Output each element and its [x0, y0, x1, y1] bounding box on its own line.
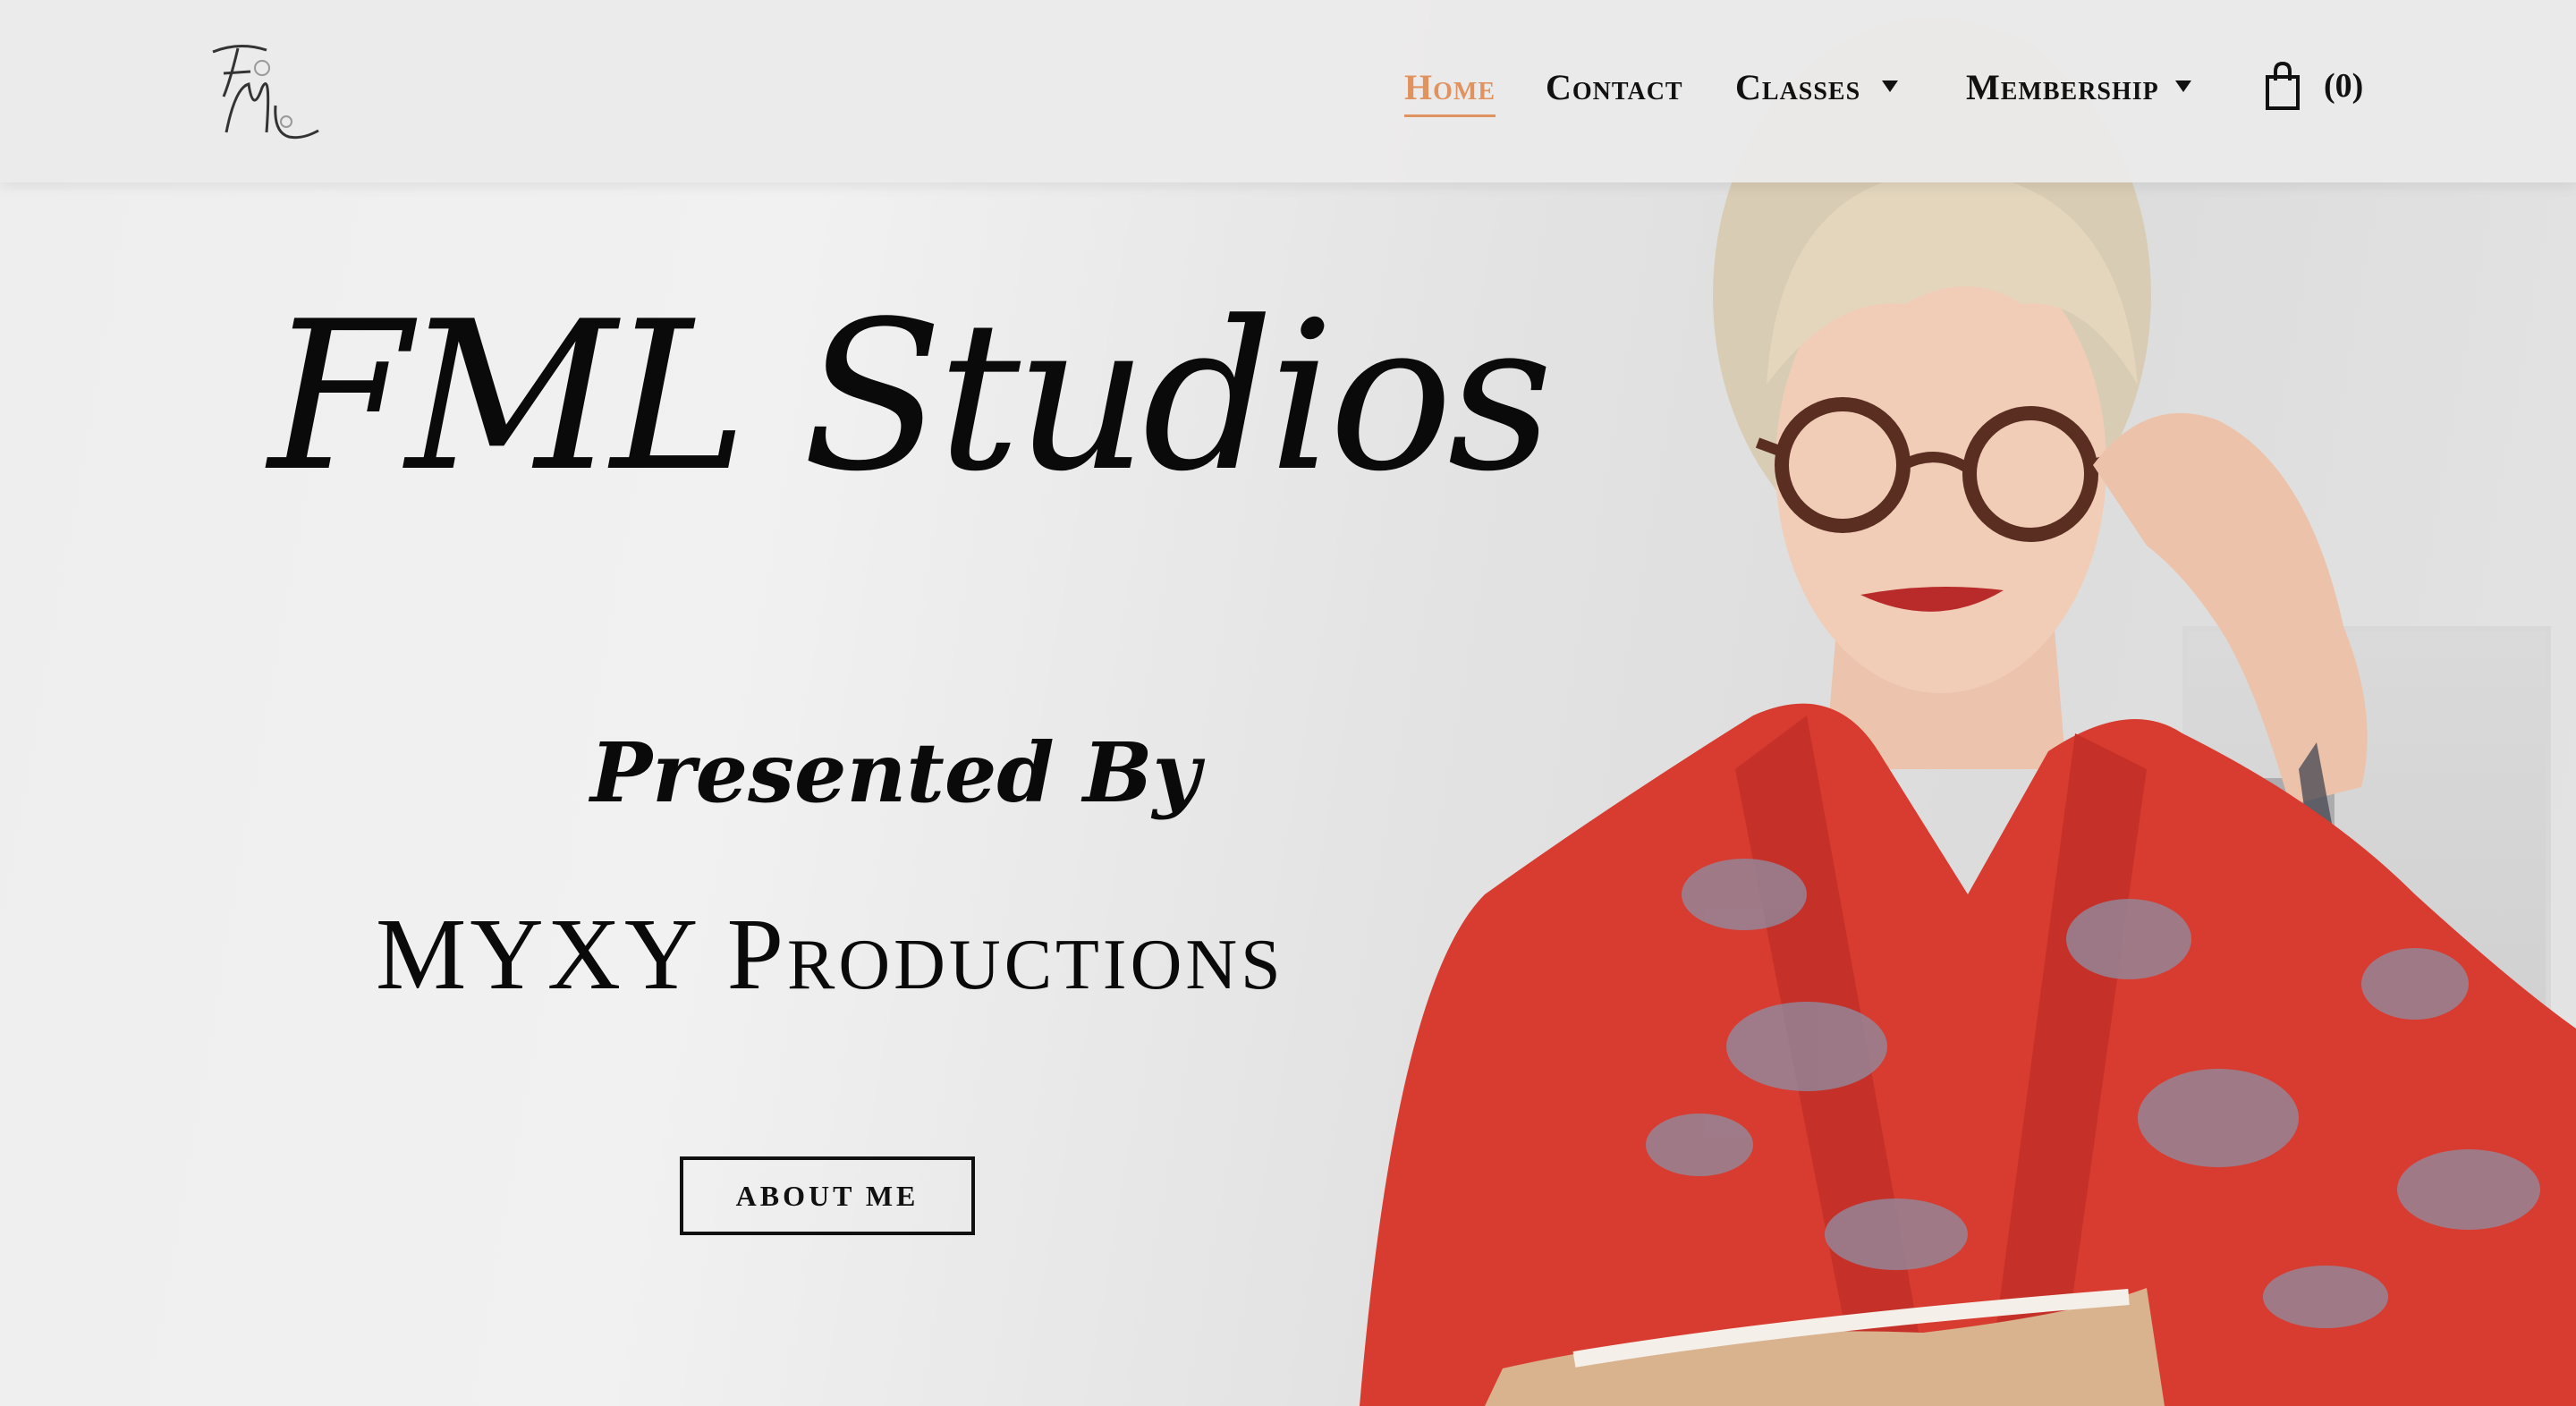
hero-subtitle: Presented By: [590, 724, 1201, 821]
hero-company: MYXY Productions: [376, 897, 1284, 1011]
caret-down-icon[interactable]: [2175, 80, 2191, 92]
hero-title: FML Studios: [268, 278, 1553, 517]
nav-contact[interactable]: Contact: [1546, 66, 1683, 108]
fml-monogram-logo[interactable]: [204, 34, 320, 150]
about-me-button[interactable]: ABOUT ME: [680, 1156, 975, 1235]
nav-home[interactable]: Home: [1404, 66, 1496, 117]
hero-photo-woman: [1360, 18, 2576, 1406]
nav-membership[interactable]: Membership: [1966, 66, 2159, 108]
site-header: Home Contact Classes Membership (0): [0, 0, 2576, 182]
nav-classes[interactable]: Classes: [1735, 66, 1860, 108]
shopping-bag-icon[interactable]: [2265, 61, 2301, 111]
hero-background: [0, 0, 2576, 1406]
cart-count[interactable]: (0): [2324, 66, 2363, 106]
caret-down-icon[interactable]: [1882, 80, 1898, 92]
